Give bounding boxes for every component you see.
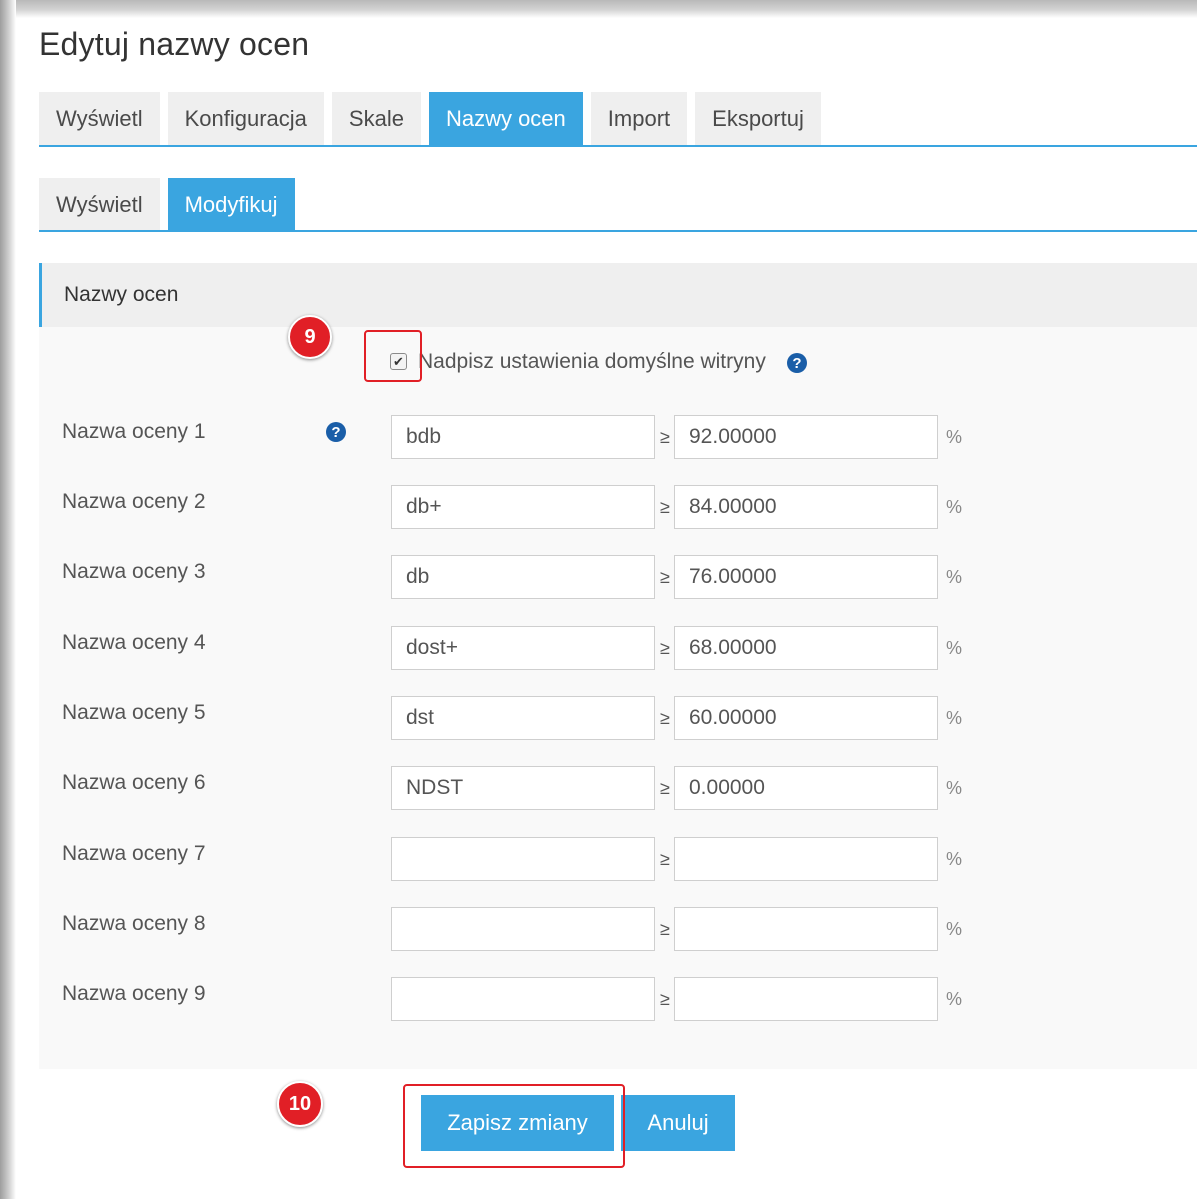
subtab-modyfikuj[interactable]: Modyfikuj xyxy=(167,178,295,232)
question-circle-icon[interactable]: ? xyxy=(787,353,807,373)
window-frame-left xyxy=(0,0,16,1199)
percent-sign: % xyxy=(946,849,963,869)
grade-name-input[interactable] xyxy=(391,766,655,810)
ge-sign: ≥ xyxy=(660,497,670,517)
step-badge-10: 10 xyxy=(277,1081,323,1127)
grade-name-input[interactable] xyxy=(391,696,655,740)
grade-name-input[interactable] xyxy=(391,626,655,670)
panel-header: Nazwy ocen xyxy=(39,263,1197,327)
grade-boundary-input[interactable] xyxy=(674,696,938,740)
tab-konfiguracja[interactable]: Konfiguracja xyxy=(167,92,324,146)
ge-sign: ≥ xyxy=(660,427,670,447)
percent-sign: % xyxy=(946,989,963,1009)
question-circle-icon[interactable]: ? xyxy=(326,422,346,442)
save-button-highlight-frame xyxy=(403,1084,625,1168)
grade-boundary-input[interactable] xyxy=(674,766,938,810)
checkbox-highlight-frame xyxy=(364,330,422,382)
grade-label: Nazwa oceny 1 xyxy=(62,420,206,443)
ge-sign: ≥ xyxy=(660,708,670,728)
grade-name-input[interactable] xyxy=(391,837,655,881)
grade-boundary-input[interactable] xyxy=(674,555,938,599)
percent-sign: % xyxy=(946,427,963,447)
percent-sign: % xyxy=(946,567,963,587)
grade-name-input[interactable] xyxy=(391,907,655,951)
grade-label: Nazwa oceny 8 xyxy=(62,912,206,935)
grade-boundary-input[interactable] xyxy=(674,415,938,459)
grade-name-input[interactable] xyxy=(391,485,655,529)
grade-label: Nazwa oceny 9 xyxy=(62,982,206,1005)
grade-label: Nazwa oceny 3 xyxy=(62,560,206,583)
grade-name-input[interactable] xyxy=(391,977,655,1021)
ge-sign: ≥ xyxy=(660,849,670,869)
ge-sign: ≥ xyxy=(660,778,670,798)
grade-name-input[interactable] xyxy=(391,555,655,599)
override-label: Nadpisz ustawienia domyślne witryny xyxy=(418,350,766,373)
grade-boundary-input[interactable] xyxy=(674,977,938,1021)
percent-sign: % xyxy=(946,919,963,939)
window-frame-top xyxy=(0,0,1197,18)
tab-wyswietl[interactable]: Wyświetl xyxy=(39,92,160,146)
percent-sign: % xyxy=(946,497,963,517)
grade-boundary-input[interactable] xyxy=(674,485,938,529)
primary-tabs: Wyświetl Konfiguracja Skale Nazwy ocen I… xyxy=(39,92,821,146)
subtab-wyswietl[interactable]: Wyświetl xyxy=(39,178,160,232)
grade-label: Nazwa oceny 7 xyxy=(62,842,206,865)
grade-label: Nazwa oceny 4 xyxy=(62,631,206,654)
grade-boundary-input[interactable] xyxy=(674,837,938,881)
grade-boundary-input[interactable] xyxy=(674,626,938,670)
secondary-tabs-underline xyxy=(39,230,1197,232)
tab-skale[interactable]: Skale xyxy=(331,92,421,146)
tab-nazwy-ocen[interactable]: Nazwy ocen xyxy=(428,92,583,146)
step-badge-9: 9 xyxy=(288,315,332,359)
percent-sign: % xyxy=(946,778,963,798)
ge-sign: ≥ xyxy=(660,638,670,658)
percent-sign: % xyxy=(946,638,963,658)
grade-label: Nazwa oceny 5 xyxy=(62,701,206,724)
ge-sign: ≥ xyxy=(660,567,670,587)
grade-boundary-input[interactable] xyxy=(674,907,938,951)
cancel-button[interactable]: Anuluj xyxy=(621,1095,735,1151)
tab-eksportuj[interactable]: Eksportuj xyxy=(695,92,821,146)
grade-label: Nazwa oceny 2 xyxy=(62,490,206,513)
primary-tabs-underline xyxy=(39,145,1197,147)
tab-import[interactable]: Import xyxy=(590,92,688,146)
secondary-tabs: Wyświetl Modyfikuj xyxy=(39,178,295,232)
percent-sign: % xyxy=(946,708,963,728)
page-title: Edytuj nazwy ocen xyxy=(39,26,310,62)
grade-label: Nazwa oceny 6 xyxy=(62,771,206,794)
ge-sign: ≥ xyxy=(660,989,670,1009)
ge-sign: ≥ xyxy=(660,919,670,939)
grade-name-input[interactable] xyxy=(391,415,655,459)
